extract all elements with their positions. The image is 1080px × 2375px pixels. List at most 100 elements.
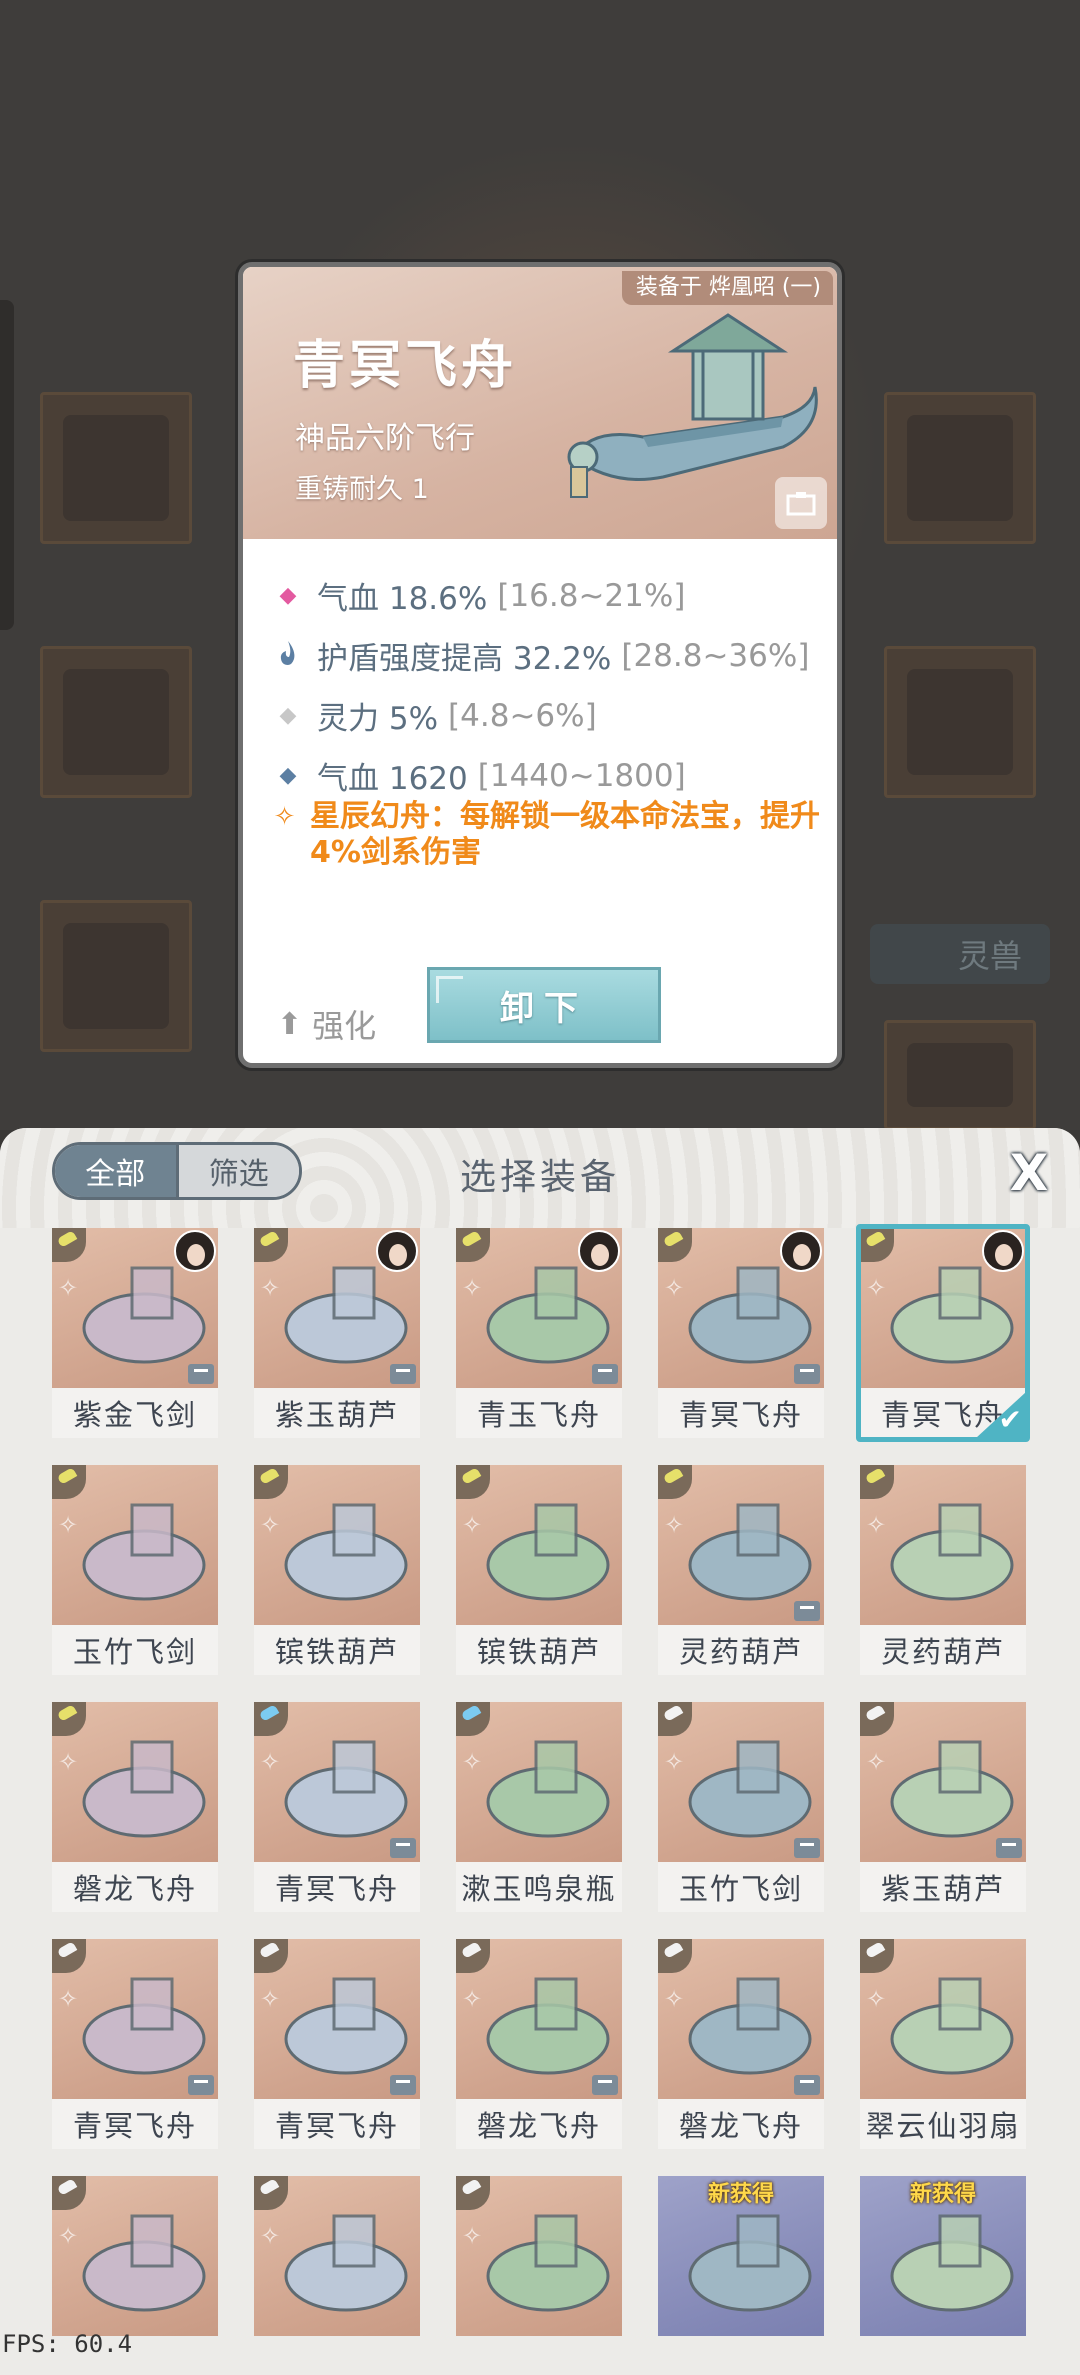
equipment-thumbnail: ✧	[860, 1939, 1026, 2099]
special-effect-text: 星辰幻舟：每解锁一级本命法宝，提升4%剑系伤害	[310, 799, 821, 870]
special-mark-icon: ✧	[260, 1748, 281, 1776]
equipment-item[interactable]: ✧ 镔铁葫芦	[456, 1465, 622, 1675]
background-slot	[40, 646, 192, 798]
special-mark-icon: ✧	[866, 1748, 887, 1776]
equipment-name: 玉竹飞剑	[658, 1862, 824, 1912]
equipment-thumbnail: ✧	[658, 1228, 824, 1388]
stat-row: ◆ 灵力 5% [4.8~6%]	[273, 693, 597, 738]
equipment-item[interactable]: ✧ 青玉飞舟	[456, 1228, 622, 1438]
equipment-item[interactable]: ✧ 玉竹飞剑	[52, 1465, 218, 1675]
unequip-button[interactable]: 卸下	[427, 967, 661, 1043]
owner-avatar	[578, 1230, 620, 1272]
panel-header: 全部 筛选 选择装备 X	[0, 1128, 1080, 1228]
stat-range: [4.8~6%]	[448, 697, 597, 734]
equipment-item[interactable]: ✧ 紫金飞剑	[52, 1228, 218, 1438]
equipment-item[interactable]: ✧ 磐龙飞舟	[52, 1702, 218, 1912]
background-pet-button: 灵兽	[870, 924, 1050, 984]
special-effect-icon: ✧	[273, 802, 296, 832]
equipment-item[interactable]: ✧ 紫玉葫芦	[860, 1702, 1026, 1912]
panel-title: 选择装备	[459, 1157, 620, 1198]
special-effect: ✧ 星辰幻舟：每解锁一级本命法宝，提升4%剑系伤害	[273, 799, 833, 871]
equipment-name: 青冥飞舟	[254, 2099, 420, 2149]
enhance-button[interactable]: ⬆ 强化	[277, 1001, 376, 1047]
equipment-item[interactable]: ✧ 灵药葫芦	[658, 1465, 824, 1675]
special-mark-icon: ✧	[462, 2222, 483, 2250]
equipment-item[interactable]: ✧ 青冥飞舟 ✔	[856, 1224, 1030, 1442]
equipment-name: 青冥飞舟	[254, 1862, 420, 1912]
up-arrow-icon: ⬆	[277, 1006, 303, 1042]
equipment-item[interactable]: ✧ 漱玉鸣泉瓶	[456, 1702, 622, 1912]
special-mark-icon: ✧	[866, 1511, 887, 1539]
equipment-item[interactable]: ✧ 玉竹飞剑	[658, 1702, 824, 1912]
equipment-thumbnail: ✧	[254, 1465, 420, 1625]
equipment-thumbnail: ✧	[52, 1228, 218, 1388]
equipment-item[interactable]: ✧ 青冥飞舟	[658, 1228, 824, 1438]
storage-icon	[794, 2075, 820, 2095]
equipment-item[interactable]: ✧ 磐龙飞舟	[658, 1939, 824, 2149]
stat-range: [28.8~36%]	[621, 637, 810, 674]
stat-row: ◆ 气血 18.6% [16.8~21%]	[273, 573, 686, 618]
equipment-name: 磐龙飞舟	[456, 2099, 622, 2149]
equipment-thumbnail: ✧	[456, 1465, 622, 1625]
stat-value: 气血 18.6%	[317, 581, 488, 617]
pink-diamond-icon: ◆	[279, 583, 297, 608]
equipment-item[interactable]: ✧	[456, 2176, 622, 2375]
equipment-item[interactable]: ✧ 镔铁葫芦	[254, 1465, 420, 1675]
special-mark-icon: ✧	[664, 1511, 685, 1539]
card-header: 装备于 烨凰昭 (一) 青冥飞舟 神品六阶飞行 重铸耐久 1	[243, 267, 837, 539]
equipment-item[interactable]: ✧ 青冥飞舟	[254, 1939, 420, 2149]
equipment-thumbnail: ✧	[860, 1465, 1026, 1625]
equipment-thumbnail: 新获得	[658, 2176, 824, 2336]
storage-icon	[390, 2075, 416, 2095]
equipment-thumbnail: ✧	[254, 1939, 420, 2099]
close-icon[interactable]: X	[1004, 1146, 1054, 1200]
equipment-name: 镔铁葫芦	[456, 1625, 622, 1675]
owner-avatar	[174, 1230, 216, 1272]
equipment-name: 翠云仙羽扇	[860, 2099, 1026, 2149]
item-grade: 神品六阶飞行	[295, 421, 475, 456]
equipment-name: 青玉飞舟	[456, 1388, 622, 1438]
equipment-thumbnail: ✧	[52, 1939, 218, 2099]
special-mark-icon: ✧	[462, 1985, 483, 2013]
side-tab[interactable]	[0, 300, 14, 630]
equipment-item[interactable]: ✧ 青冥飞舟	[52, 1939, 218, 2149]
equipment-name: 紫玉葫芦	[860, 1862, 1026, 1912]
storage-icon	[794, 1364, 820, 1384]
equipment-thumbnail: ✧	[658, 1939, 824, 2099]
stat-row: 护盾强度提高 32.2% [28.8~36%]	[273, 633, 809, 678]
blue-diamond-icon: ◆	[279, 763, 297, 788]
special-mark-icon: ✧	[866, 1985, 887, 2013]
equipment-thumbnail: ✧	[456, 1702, 622, 1862]
equipped-on-label: 装备于 烨凰昭 (一)	[621, 271, 833, 305]
equipment-name: 磐龙飞舟	[658, 2099, 824, 2149]
equipment-thumbnail: ✧	[52, 1465, 218, 1625]
equipment-item[interactable]: 新获得	[658, 2176, 824, 2375]
special-mark-icon: ✧	[260, 1511, 281, 1539]
equipment-thumbnail: ✧	[658, 1702, 824, 1862]
special-mark-icon: ✧	[260, 2222, 281, 2250]
storage-icon	[188, 1364, 214, 1384]
equipment-name: 灵药葫芦	[658, 1625, 824, 1675]
special-mark-icon: ✧	[462, 1274, 483, 1302]
equipment-item[interactable]: ✧ 青冥飞舟	[254, 1702, 420, 1912]
equipment-item[interactable]: ✧ 灵药葫芦	[860, 1465, 1026, 1675]
equipment-thumbnail: ✧	[52, 1702, 218, 1862]
equipment-item[interactable]: ✧ 紫玉葫芦	[254, 1228, 420, 1438]
storage-icon	[390, 1838, 416, 1858]
gray-diamond-icon: ◆	[279, 703, 297, 728]
equipment-thumbnail: ✧	[456, 1228, 622, 1388]
special-mark-icon: ✧	[462, 1748, 483, 1776]
special-mark-icon: ✧	[58, 1511, 79, 1539]
equipment-item[interactable]: 新获得	[860, 2176, 1026, 2375]
special-mark-icon: ✧	[58, 1274, 79, 1302]
equipment-item[interactable]: ✧ 磐龙飞舟	[456, 1939, 622, 2149]
select-equipment-panel: 全部 筛选 选择装备 X ✧ 紫金飞剑 ✧ 紫玉葫芦 ✧ 青玉飞舟 ✧ 青冥飞舟 ✧ 青冥飞舟 ✔ ✧…	[0, 1128, 1080, 2375]
equipment-name: 镔铁葫芦	[254, 1625, 420, 1675]
storage-icon[interactable]	[775, 477, 827, 529]
equipment-item[interactable]: ✧	[254, 2176, 420, 2375]
equipment-name: 青冥飞舟	[52, 2099, 218, 2149]
equipment-thumbnail: ✧	[254, 1228, 420, 1388]
equipment-item[interactable]: ✧ 翠云仙羽扇	[860, 1939, 1026, 2149]
special-mark-icon: ✧	[664, 1985, 685, 2013]
special-mark-icon: ✧	[58, 1748, 79, 1776]
